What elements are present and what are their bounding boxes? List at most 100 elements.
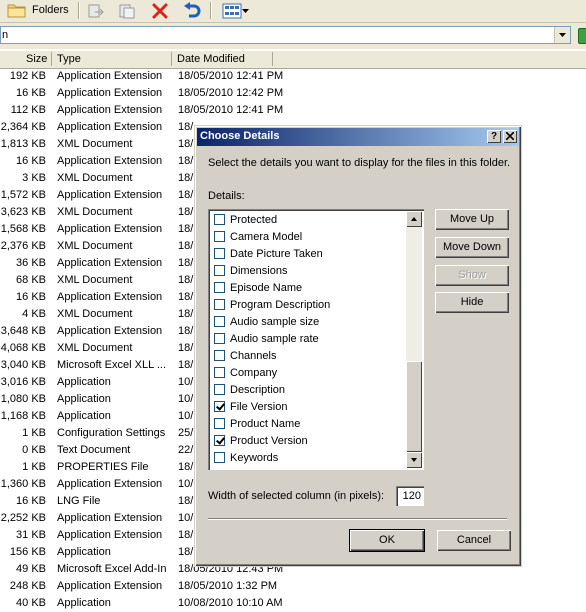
detail-item[interactable]: Keywords <box>214 449 278 466</box>
file-type: Application Extension <box>57 87 163 99</box>
undo-icon[interactable] <box>182 1 202 20</box>
file-row[interactable]: 192 KB Application Extension 18/05/2010 12… <box>0 68 586 85</box>
detail-checkbox[interactable] <box>214 452 225 463</box>
delete-icon[interactable] <box>150 1 170 20</box>
address-dropdown-button[interactable] <box>554 27 570 43</box>
go-button[interactable] <box>578 28 586 44</box>
file-row[interactable]: 112 KB Application Extension 18/05/2010 12… <box>0 102 586 119</box>
file-row[interactable]: 248 KB Application Extension 18/05/2010 1:… <box>0 578 586 595</box>
column-width-input[interactable]: 120 <box>396 486 424 506</box>
detail-item[interactable]: Camera Model <box>214 228 302 245</box>
column-date-modified[interactable]: Date Modified <box>177 53 245 65</box>
help-button[interactable]: ? <box>487 130 501 143</box>
detail-checkbox[interactable] <box>214 231 225 242</box>
file-row[interactable]: 16 KB Application Extension 18/05/2010 12:… <box>0 85 586 102</box>
detail-item[interactable]: Product Name <box>214 415 300 432</box>
file-size: 3 KB <box>22 172 46 184</box>
detail-checkbox[interactable] <box>214 350 225 361</box>
detail-item[interactable]: Product Version <box>214 432 308 449</box>
file-size: 1 KB <box>22 461 46 473</box>
file-date-modified: 18/ <box>178 274 194 286</box>
details-listbox[interactable]: Protected Camera Model Date Picture Taken D… <box>208 209 424 470</box>
detail-checkbox[interactable] <box>214 384 225 395</box>
column-size[interactable]: Size <box>26 53 47 65</box>
file-type: XML Document <box>57 206 133 218</box>
detail-item[interactable]: Date Picture Taken <box>214 245 323 262</box>
move-down-button[interactable]: Move Down <box>435 237 509 258</box>
detail-item-label: Date Picture Taken <box>230 247 323 260</box>
detail-checkbox[interactable] <box>214 333 225 344</box>
file-size: 4 KB <box>22 308 46 320</box>
file-type: Application Extension <box>57 104 163 116</box>
file-type: Application Extension <box>57 223 163 235</box>
file-type: Configuration Settings <box>57 427 166 439</box>
detail-checkbox[interactable] <box>214 418 225 429</box>
close-button[interactable] <box>503 130 517 143</box>
move-to-icon[interactable] <box>86 1 106 20</box>
listbox-scrollbar[interactable] <box>406 211 422 468</box>
ok-button[interactable]: OK <box>349 529 425 552</box>
detail-checkbox[interactable] <box>214 401 225 412</box>
detail-item[interactable]: Audio sample size <box>214 313 319 330</box>
detail-item[interactable]: Audio sample rate <box>214 330 319 347</box>
dialog-divider <box>208 518 507 520</box>
file-date-modified: 18/ <box>178 138 194 150</box>
file-date-modified: 18/ <box>178 359 194 371</box>
file-type: Application <box>57 597 111 609</box>
detail-checkbox[interactable] <box>214 299 225 310</box>
detail-checkbox[interactable] <box>214 282 225 293</box>
dialog-title-bar[interactable]: Choose Details ? <box>197 128 519 146</box>
file-date-modified: 18/ <box>178 121 194 133</box>
detail-item[interactable]: Dimensions <box>214 262 287 279</box>
detail-checkbox[interactable] <box>214 316 225 327</box>
detail-item[interactable]: Protected <box>214 211 277 228</box>
detail-item[interactable]: Program Description <box>214 296 330 313</box>
up-arrow-icon <box>411 217 417 221</box>
views-button[interactable] <box>219 1 251 20</box>
detail-item-label: Dimensions <box>230 264 288 277</box>
detail-checkbox[interactable] <box>214 435 225 446</box>
file-date-modified: 18/05/2010 1:32 PM <box>178 580 278 592</box>
file-row[interactable]: 40 KB Application 10/08/2010 10:10 AM <box>0 595 586 612</box>
cancel-button[interactable]: Cancel <box>437 530 511 551</box>
detail-item[interactable]: File Version <box>214 398 287 415</box>
file-type: Microsoft Excel Add-In <box>57 563 167 575</box>
detail-checkbox[interactable] <box>214 248 225 259</box>
file-type: XML Document <box>57 308 133 320</box>
detail-item[interactable]: Description <box>214 381 285 398</box>
scroll-thumb[interactable] <box>406 361 422 452</box>
file-size: 1,813 KB <box>0 138 46 150</box>
scroll-down-button[interactable] <box>406 452 422 468</box>
detail-item-label: Episode Name <box>230 281 303 294</box>
hide-button[interactable]: Hide <box>435 292 509 313</box>
address-bar: n <box>0 23 586 49</box>
column-type[interactable]: Type <box>57 53 81 65</box>
address-input[interactable]: n <box>0 26 571 44</box>
show-button[interactable]: Show <box>435 265 509 286</box>
file-size: 1,080 KB <box>0 393 46 405</box>
detail-item[interactable]: Episode Name <box>214 279 302 296</box>
scroll-up-button[interactable] <box>406 211 422 227</box>
detail-item[interactable]: Channels <box>214 347 276 364</box>
choose-details-dialog: Choose Details ? Select the details you … <box>194 125 522 567</box>
folders-button[interactable]: Folders <box>3 1 73 19</box>
detail-checkbox[interactable] <box>214 367 225 378</box>
copy-to-icon[interactable] <box>117 1 137 20</box>
detail-item-label: Protected <box>230 213 278 226</box>
file-date-modified: 22/ <box>178 444 194 456</box>
column-divider[interactable] <box>171 52 172 66</box>
file-size: 1,572 KB <box>0 189 46 201</box>
toolbar-separator <box>210 2 212 19</box>
file-size: 112 KB <box>10 104 46 116</box>
file-date-modified: 18/ <box>178 206 194 218</box>
move-up-button[interactable]: Move Up <box>435 209 509 230</box>
column-divider[interactable] <box>272 52 273 66</box>
detail-checkbox[interactable] <box>214 265 225 276</box>
file-size: 16 KB <box>16 87 46 99</box>
file-date-modified: 10/ <box>178 478 194 490</box>
detail-item[interactable]: Company <box>214 364 277 381</box>
column-divider[interactable] <box>51 52 52 66</box>
file-type: Application Extension <box>57 155 163 167</box>
detail-checkbox[interactable] <box>214 214 225 225</box>
file-size: 36 KB <box>16 257 46 269</box>
